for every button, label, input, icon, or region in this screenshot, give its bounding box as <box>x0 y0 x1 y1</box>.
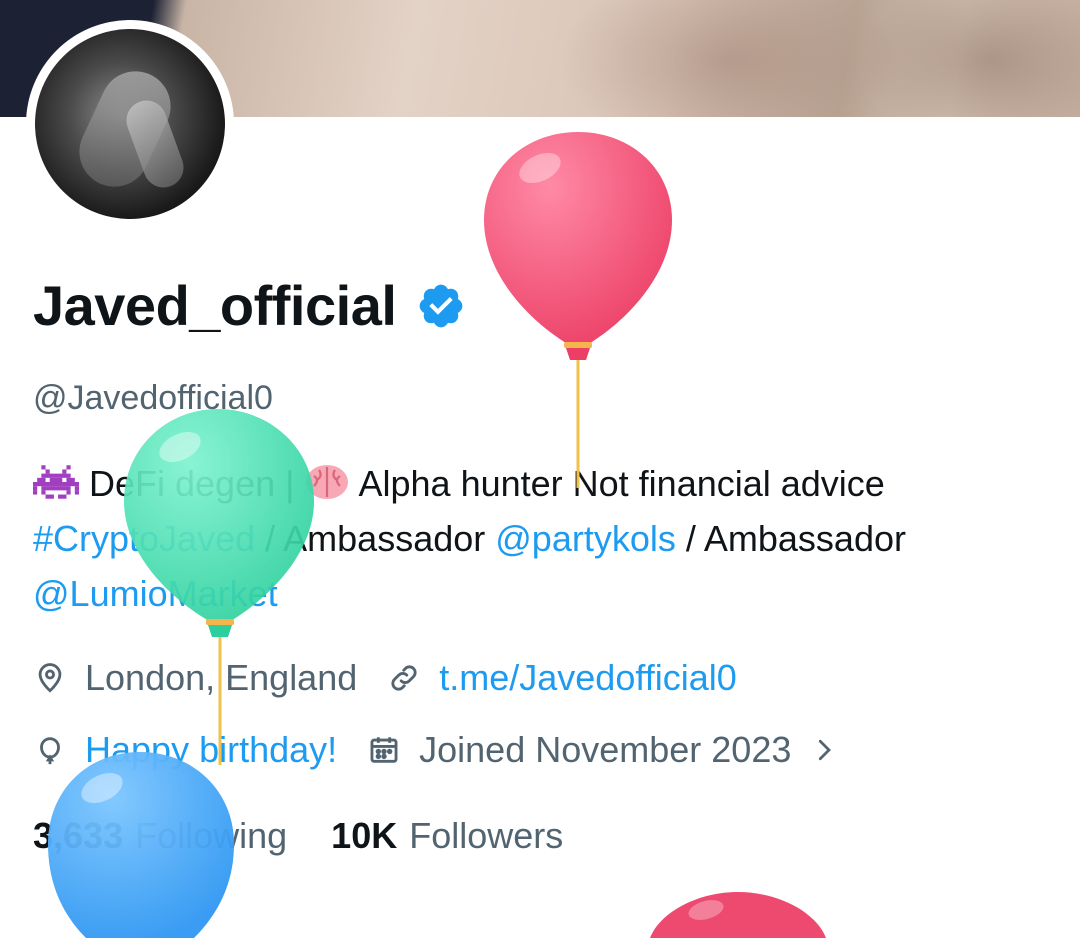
banner-shade <box>560 0 900 117</box>
avatar[interactable] <box>35 29 225 219</box>
followers-stat[interactable]: 10K Followers <box>331 814 563 858</box>
website-item[interactable]: t.me/Javedofficial0 <box>387 656 737 700</box>
follow-stats: 3,633 Following 10K Followers <box>33 814 607 858</box>
following-label: Following <box>135 815 288 856</box>
hashtag-link[interactable]: #CryptoJaved <box>33 518 255 559</box>
location-text: London, England <box>85 657 358 698</box>
alien-monster-icon <box>33 465 79 499</box>
brain-icon <box>306 465 349 499</box>
bio-text: / Ambassador <box>675 518 906 559</box>
followers-count: 10K <box>331 815 398 856</box>
verified-badge-icon[interactable] <box>416 281 466 331</box>
website-link[interactable]: t.me/Javedofficial0 <box>439 656 737 700</box>
joined-text: Joined November 2023 <box>419 729 792 770</box>
chevron-right-icon[interactable] <box>809 733 839 767</box>
bio-text: / Ambassador <box>255 518 496 559</box>
handle: @Javedofficial0 <box>33 379 273 417</box>
location-item: London, England <box>33 656 357 700</box>
bio-text: DeFi degen | <box>79 463 305 504</box>
joined-item[interactable]: Joined November 2023 <box>367 728 839 772</box>
link-icon <box>391 665 417 691</box>
profile-meta-row: Happy birthday! Joined November 2023 <box>33 728 869 772</box>
calendar-icon <box>370 737 398 763</box>
mention-link-lumiomarket[interactable]: @LumioMarket <box>33 573 278 614</box>
balloon-icon <box>40 737 60 765</box>
following-stat[interactable]: 3,633 Following <box>33 814 287 858</box>
birthday-text[interactable]: Happy birthday! <box>85 728 337 772</box>
location-pin-icon <box>38 663 62 693</box>
bio: DeFi degen | Alpha hunter Not financial … <box>33 456 1043 621</box>
pink-balloon-decoration <box>484 132 672 488</box>
display-name: Javed_official <box>33 274 397 337</box>
birthday-item[interactable]: Happy birthday! <box>33 728 337 772</box>
pink-balloon-decoration <box>650 892 826 938</box>
bio-text: Alpha hunter Not financial advice <box>350 463 885 504</box>
mention-link-partykols[interactable]: @partykols <box>495 518 676 559</box>
profile-meta-row: London, England t.me/Javedofficial0 <box>33 656 767 700</box>
name-row: Javed_official <box>33 270 466 342</box>
followers-label: Followers <box>409 815 564 856</box>
following-count: 3,633 <box>33 815 124 856</box>
banner-shade <box>860 0 1080 117</box>
